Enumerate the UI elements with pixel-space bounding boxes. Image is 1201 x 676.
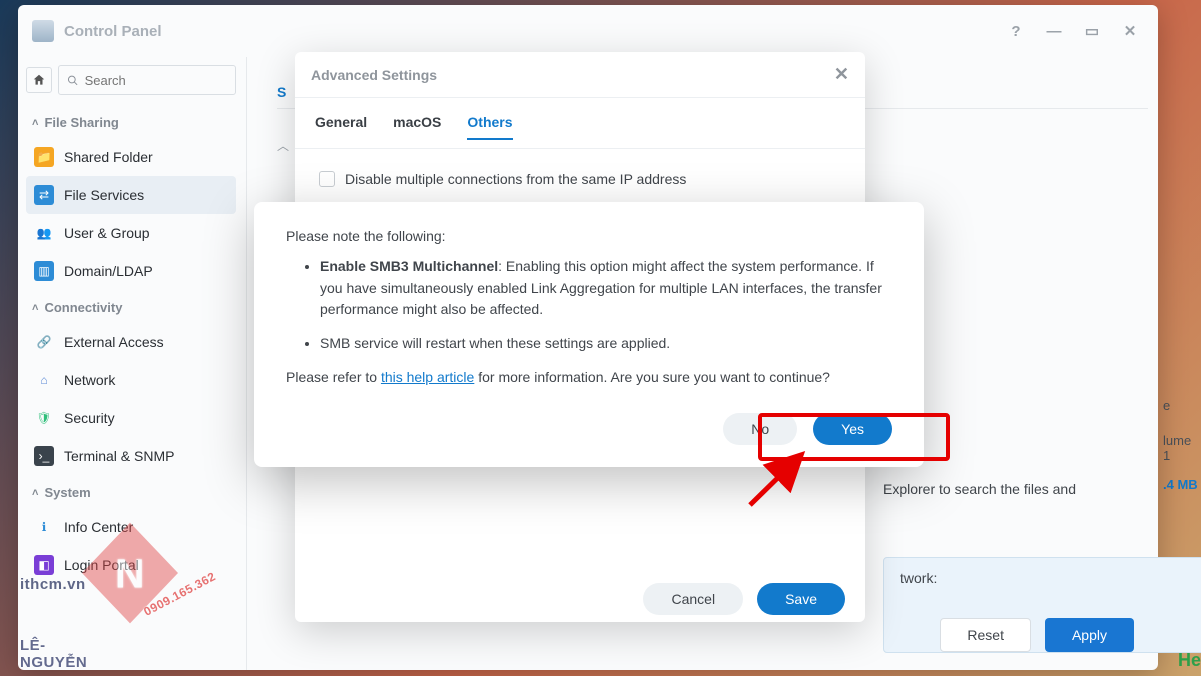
close-icon[interactable]: ✕ (1116, 17, 1144, 45)
search-field[interactable] (85, 73, 227, 88)
chevron-up-icon: ˄ (32, 117, 38, 129)
help-text-fragment: Explorer to search the files and (883, 481, 1076, 497)
bg-text: e (1163, 398, 1170, 413)
terminal-icon: ›_ (34, 446, 54, 466)
checkbox-icon (319, 171, 335, 187)
sidebar-item-domain-ldap[interactable]: ▥ Domain/LDAP (26, 252, 236, 290)
tab-others[interactable]: Others (467, 114, 512, 140)
portal-icon: ◧ (34, 555, 54, 575)
ref-post: for more information. Are you sure you w… (474, 369, 830, 385)
sidebar-item-label: Terminal & SNMP (64, 448, 174, 464)
sidebar-item-external-access[interactable]: 🔗 External Access (26, 323, 236, 361)
apply-button[interactable]: Apply (1045, 618, 1134, 652)
app-icon (32, 20, 54, 42)
search-input[interactable] (58, 65, 236, 95)
users-icon: 👥 (34, 223, 54, 243)
sidebar: ˄ File Sharing 📁 Shared Folder ⇄ File Servi… (18, 57, 247, 670)
ref-pre: Please refer to (286, 369, 381, 385)
sidebar-item-login-portal[interactable]: ◧ Login Portal (26, 546, 236, 584)
network-icon: ⌂ (34, 370, 54, 390)
confirm-list: Enable SMB3 Multichannel: Enabling this … (286, 256, 892, 355)
modal-close-icon[interactable]: ✕ (834, 64, 849, 85)
window-title: Control Panel (64, 23, 162, 40)
cancel-button[interactable]: Cancel (643, 583, 743, 615)
section-label: Connectivity (44, 300, 122, 315)
save-button[interactable]: Save (757, 583, 845, 615)
domain-icon: ▥ (34, 261, 54, 281)
checkbox-label: Disable multiple connections from the sa… (345, 171, 686, 187)
confirm-bullet-2: SMB service will restart when these sett… (320, 333, 892, 355)
sidebar-item-label: File Services (64, 187, 144, 203)
bg-text: .4 MB (1163, 477, 1198, 492)
confirm-bullet-1: Enable SMB3 Multichannel: Enabling this … (320, 256, 892, 321)
confirm-footer: No Yes (286, 413, 892, 445)
tab-macos[interactable]: macOS (393, 114, 441, 140)
shield-icon: 🛡 (34, 408, 54, 428)
reset-button[interactable]: Reset (940, 618, 1031, 652)
sidebar-item-security[interactable]: 🛡 Security (26, 399, 236, 437)
chevron-up-icon: ˄ (32, 487, 38, 499)
help-icon[interactable]: ? (1002, 17, 1030, 45)
modal-header: Advanced Settings ✕ (295, 52, 865, 98)
info-text: twork: (900, 570, 937, 586)
sidebar-item-label: External Access (64, 334, 164, 350)
no-button[interactable]: No (723, 413, 797, 445)
sidebar-item-label: Info Center (64, 519, 133, 535)
tab-general[interactable]: General (315, 114, 367, 140)
confirm-lead: Please note the following: (286, 228, 892, 244)
bullet-bold: Enable SMB3 Multichannel (320, 258, 498, 274)
sidebar-item-label: Shared Folder (64, 149, 153, 165)
collapse-icon[interactable]: ︿ (277, 137, 289, 154)
sidebar-item-label: Network (64, 372, 115, 388)
sidebar-item-network[interactable]: ⌂ Network (26, 361, 236, 399)
sidebar-item-label: Domain/LDAP (64, 263, 153, 279)
yes-button[interactable]: Yes (813, 413, 892, 445)
info-icon: ℹ (34, 517, 54, 537)
sidebar-item-label: Security (64, 410, 115, 426)
maximize-icon[interactable]: ▭ (1078, 17, 1106, 45)
section-file-sharing[interactable]: ˄ File Sharing (26, 105, 236, 138)
confirm-dialog: Please note the following: Enable SMB3 M… (254, 202, 924, 467)
sidebar-item-info-center[interactable]: ℹ Info Center (26, 508, 236, 546)
modal-tabs: General macOS Others (295, 98, 865, 149)
services-icon: ⇄ (34, 185, 54, 205)
modal-footer: Cancel Save (295, 569, 865, 629)
sidebar-item-terminal-snmp[interactable]: ›_ Terminal & SNMP (26, 437, 236, 475)
main-tab-cut[interactable]: S (277, 84, 286, 100)
sidebar-item-label: User & Group (64, 225, 150, 241)
section-system[interactable]: ˄ System (26, 475, 236, 508)
help-article-link[interactable]: this help article (381, 369, 474, 385)
confirm-ref: Please refer to this help article for mo… (286, 369, 892, 385)
bg-text: lume 1 (1163, 433, 1201, 463)
footer-buttons: Reset Apply (940, 618, 1134, 652)
sidebar-item-file-services[interactable]: ⇄ File Services (26, 176, 236, 214)
folder-icon: 📁 (34, 147, 54, 167)
titlebar: Control Panel ? — ▭ ✕ (18, 5, 1158, 57)
sidebar-item-shared-folder[interactable]: 📁 Shared Folder (26, 138, 236, 176)
checkbox-disable-multi-ip[interactable]: Disable multiple connections from the sa… (319, 171, 841, 187)
home-icon[interactable] (26, 67, 52, 93)
section-label: System (44, 485, 90, 500)
minimize-icon[interactable]: — (1040, 17, 1068, 45)
sidebar-item-label: Login Portal (64, 557, 139, 573)
link-icon: 🔗 (34, 332, 54, 352)
chevron-up-icon: ˄ (32, 302, 38, 314)
section-connectivity[interactable]: ˄ Connectivity (26, 290, 236, 323)
bg-text: He (1178, 650, 1201, 671)
search-icon (67, 74, 79, 87)
section-label: File Sharing (44, 115, 118, 130)
modal-title: Advanced Settings (311, 67, 437, 83)
sidebar-item-user-group[interactable]: 👥 User & Group (26, 214, 236, 252)
